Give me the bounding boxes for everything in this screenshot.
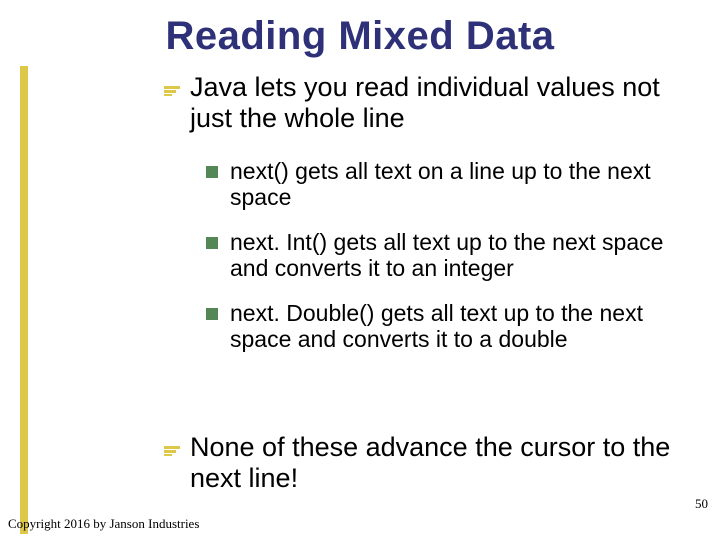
list-item: next. Double() gets all text up to the n…: [206, 300, 686, 353]
slide-title: Reading Mixed Data: [0, 0, 720, 59]
slide: Reading Mixed Data Java lets you read in…: [0, 0, 720, 540]
list-item-text: next() gets all text on a line up to the…: [230, 158, 686, 211]
bullet-marker-icon: [164, 446, 180, 456]
list-item: Java lets you read individual values not…: [164, 72, 684, 134]
decoration-sidebar: [20, 66, 28, 534]
bullet-marker-icon: [164, 86, 180, 96]
bullet-list-level1-closing: None of these advance the cursor to the …: [164, 420, 684, 508]
copyright-footer: Copyright 2016 by Janson Industries: [8, 516, 199, 532]
square-bullet-icon: [206, 237, 218, 249]
list-item: next. Int() gets all text up to the next…: [206, 229, 686, 282]
list-item-text: Java lets you read individual values not…: [190, 72, 684, 134]
bullet-list-level2: next() gets all text on a line up to the…: [206, 158, 686, 371]
list-item-text: next. Int() gets all text up to the next…: [230, 229, 686, 282]
list-item: next() gets all text on a line up to the…: [206, 158, 686, 211]
list-item-text: None of these advance the cursor to the …: [190, 432, 684, 494]
square-bullet-icon: [206, 308, 218, 320]
bullet-list-level1: Java lets you read individual values not…: [164, 72, 684, 148]
page-number: 50: [695, 496, 708, 512]
list-item-text: next. Double() gets all text up to the n…: [230, 300, 686, 353]
list-item: None of these advance the cursor to the …: [164, 432, 684, 494]
square-bullet-icon: [206, 166, 218, 178]
